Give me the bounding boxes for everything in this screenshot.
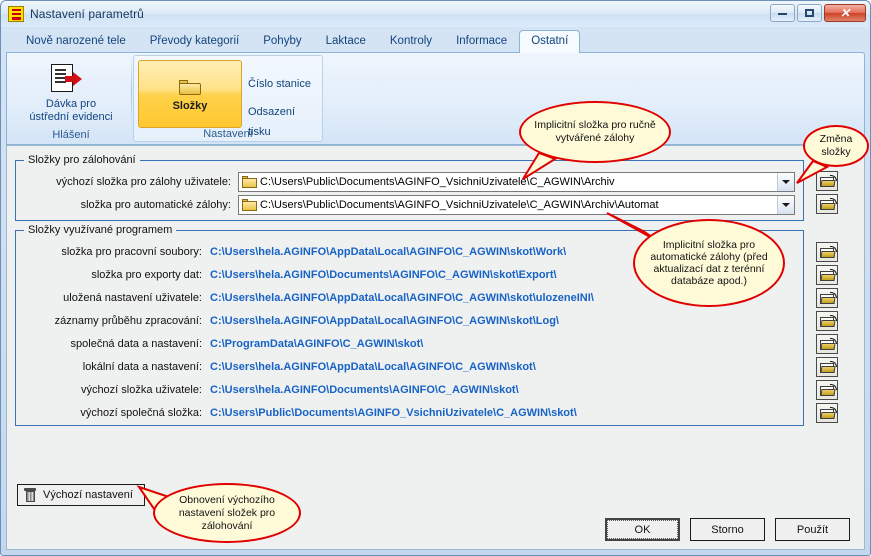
change-folder-note-text: Změna složky xyxy=(803,125,869,167)
davka-pro-ustredni-evidenci-button[interactable]: Dávka pro ústřední evidenci xyxy=(19,59,123,125)
dialog-window: Nastavení parametrů ✕ Nově narozené tele… xyxy=(0,0,871,556)
auto-backup-folder-label: složka pro automatické zálohy: xyxy=(80,199,231,211)
export-folder-label: složka pro exporty dat: xyxy=(91,269,202,281)
open-folder-icon xyxy=(820,198,837,211)
local-data-folder-value: C:\Users\hela.AGINFO\AppData\Local\AGINF… xyxy=(210,361,536,373)
open-folder-icon xyxy=(820,407,837,420)
cancel-button[interactable]: Storno xyxy=(690,518,765,541)
ribbon-group-separator xyxy=(131,57,132,126)
chevron-down-icon[interactable] xyxy=(777,173,794,191)
shared-data-folder-row: společná data a nastavení: C:\ProgramDat… xyxy=(16,335,803,354)
local-data-folder-row: lokální data a nastavení: C:\Users\hela.… xyxy=(16,358,803,377)
shared-data-folder-value: C:\ProgramData\AGINFO\C_AGWIN\skot\ xyxy=(210,338,424,350)
folder-icon xyxy=(242,198,257,212)
open-folder-icon xyxy=(820,269,837,282)
log-folder-label: záznamy průběhu zpracování: xyxy=(54,315,202,327)
shared-data-folder-label: společná data a nastavení: xyxy=(70,338,202,350)
folder-icon xyxy=(242,175,257,189)
browse-auto-backup-folder-button[interactable] xyxy=(816,194,838,214)
tab-ostatni[interactable]: Ostatní xyxy=(519,30,581,53)
manual-backup-note-text: Implicitní složka pro ručně vytvářené zá… xyxy=(519,101,671,163)
slozky-label: Složky xyxy=(172,99,208,112)
ribbon-group-nastaveni: Složky Číslo stanice Odsazení tisku Nast… xyxy=(133,55,323,142)
minimize-button[interactable] xyxy=(770,4,795,22)
window-title: Nastavení parametrů xyxy=(30,7,144,21)
ribbon-group-nastaveni-label: Nastavení xyxy=(203,128,253,140)
default-user-folder-label: výchozí složka uživatele: xyxy=(80,384,202,396)
user-settings-folder-label: uložená nastavení uživatele: xyxy=(63,292,202,304)
browse-export-folder-button[interactable] xyxy=(816,265,838,285)
cislo-stanice-button[interactable]: Číslo stanice xyxy=(246,74,320,94)
ribbon: Dávka pro ústřední evidenci Hlášení Slož… xyxy=(6,52,865,145)
program-folders-group-title: Složky využívané programem xyxy=(24,224,177,236)
default-shared-folder-value: C:\Users\Public\Documents\AGINFO_Vsichni… xyxy=(210,407,577,419)
open-folder-icon xyxy=(820,315,837,328)
open-folder-icon xyxy=(820,338,837,351)
open-folder-icon xyxy=(820,361,837,374)
open-folder-icon xyxy=(820,384,837,397)
user-backup-folder-label: výchozí složka pro zálohy uživatele: xyxy=(56,176,231,188)
slozky-button[interactable]: Složky xyxy=(138,60,242,128)
document-export-icon xyxy=(51,64,91,95)
default-settings-button[interactable]: Výchozí nastavení xyxy=(17,484,145,506)
default-user-folder-value: C:\Users\hela.AGINFO\Documents\AGINFO\C_… xyxy=(210,384,519,396)
browse-shared-data-folder-button[interactable] xyxy=(816,334,838,354)
local-data-folder-label: lokální data a nastavení: xyxy=(82,361,202,373)
default-user-folder-row: výchozí složka uživatele: C:\Users\hela.… xyxy=(16,381,803,400)
auto-backup-note-text: Implicitní složka pro automatické zálohy… xyxy=(633,219,785,307)
davka-label-line1: Dávka pro xyxy=(45,98,97,110)
work-folder-label: složka pro pracovní soubory: xyxy=(61,246,202,258)
log-folder-value: C:\Users\hela.AGINFO\AppData\Local\AGINF… xyxy=(210,315,559,327)
ok-button[interactable]: OK xyxy=(605,518,680,541)
browse-work-folder-button[interactable] xyxy=(816,242,838,262)
browse-default-shared-folder-button[interactable] xyxy=(816,403,838,423)
browse-user-settings-folder-button[interactable] xyxy=(816,288,838,308)
davka-label-line2: ústřední evidenci xyxy=(29,111,113,123)
open-folder-icon xyxy=(820,292,837,305)
tab-laktace[interactable]: Laktace xyxy=(314,30,378,53)
default-shared-folder-label: výchozí společná složka: xyxy=(80,407,202,419)
tab-informace[interactable]: Informace xyxy=(444,30,519,53)
ribbon-group-hlaseni-label: Hlášení xyxy=(52,129,90,141)
browse-local-data-folder-button[interactable] xyxy=(816,357,838,377)
folder-icon xyxy=(179,79,201,96)
default-settings-label: Výchozí nastavení xyxy=(43,489,133,501)
trash-icon xyxy=(24,488,36,502)
maximize-button[interactable] xyxy=(797,4,822,22)
ribbon-group-hlaseni: Dávka pro ústřední evidenci Hlášení xyxy=(11,55,131,142)
dialog-buttons: OK Storno Použít xyxy=(605,518,850,541)
close-button[interactable]: ✕ xyxy=(824,4,866,22)
app-icon xyxy=(8,6,24,22)
tab-prevody-kategorii[interactable]: Převody kategorií xyxy=(138,30,252,53)
odsazeni-tisku-button[interactable]: Odsazení tisku xyxy=(246,102,320,138)
window-controls: ✕ xyxy=(770,4,866,22)
ok-label: OK xyxy=(607,520,678,539)
browse-default-user-folder-button[interactable] xyxy=(816,380,838,400)
tab-nove-narozene-tele[interactable]: Nově narozené tele xyxy=(14,30,138,53)
open-folder-icon xyxy=(820,246,837,259)
apply-button[interactable]: Použít xyxy=(775,518,850,541)
tab-kontroly[interactable]: Kontroly xyxy=(378,30,444,53)
log-folder-row: záznamy průběhu zpracování: C:\Users\hel… xyxy=(16,312,803,331)
browse-log-folder-button[interactable] xyxy=(816,311,838,331)
tab-strip: Nově narozené tele Převody kategorií Poh… xyxy=(6,29,865,53)
restore-default-note-text: Obnovení výchozího nastavení složek pro … xyxy=(153,483,301,543)
tab-pohyby[interactable]: Pohyby xyxy=(251,30,313,53)
backup-folders-group-title: Složky pro zálohování xyxy=(24,154,140,166)
title-bar: Nastavení parametrů ✕ xyxy=(1,1,870,27)
default-shared-folder-row: výchozí společná složka: C:\Users\Public… xyxy=(16,404,803,423)
